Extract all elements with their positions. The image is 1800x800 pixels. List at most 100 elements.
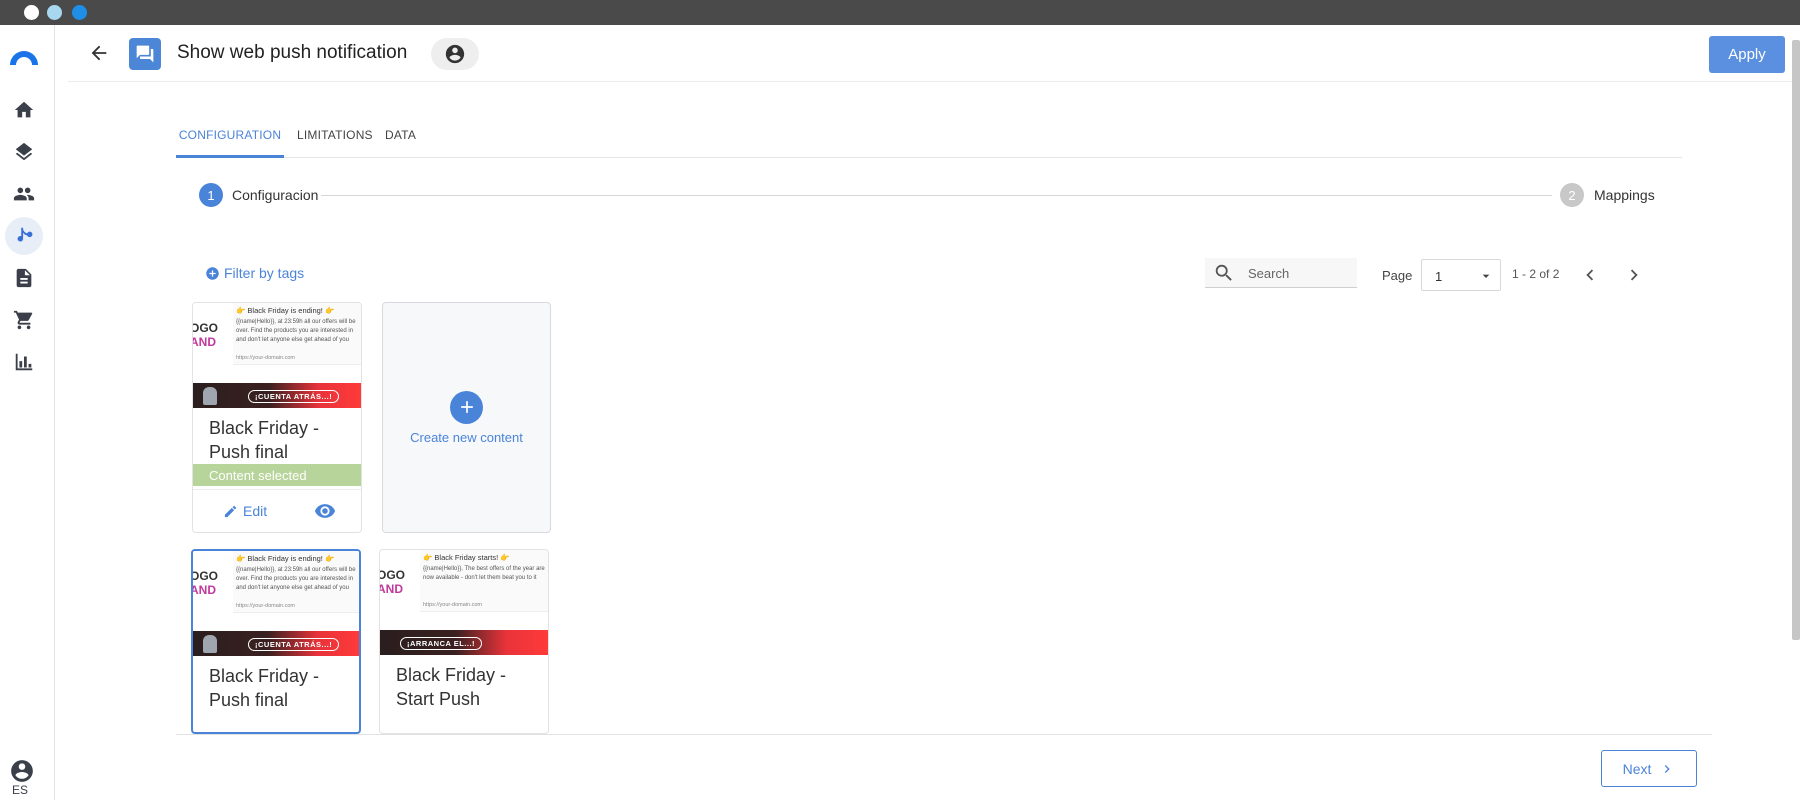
sidebar-item-people[interactable] bbox=[5, 175, 43, 213]
push-preview: OGOAND 👉 Black Friday is ending! 👉 {{nam… bbox=[193, 551, 359, 656]
next-page-button[interactable] bbox=[1621, 262, 1647, 288]
brand-logo: OGOAND bbox=[380, 568, 406, 596]
page-select-value: 1 bbox=[1435, 269, 1443, 284]
eye-icon bbox=[314, 504, 336, 518]
step-1-label: Configuracion bbox=[232, 187, 319, 203]
tab-bar: CONFIGURATION LIMITATIONS DATA bbox=[176, 120, 1682, 158]
push-body: {{name|Hello}}, The best offers of the y… bbox=[423, 566, 545, 581]
promo-banner: ¡CUENTA ATRÁS...! bbox=[193, 631, 359, 656]
apply-button[interactable]: Apply bbox=[1709, 36, 1785, 73]
pencil-icon bbox=[224, 505, 237, 517]
push-notification-mock: 👉 Black Friday is ending! 👉 {{name|Hello… bbox=[233, 551, 359, 613]
tab-data[interactable]: DATA bbox=[385, 120, 416, 158]
sidebar-item-layers[interactable] bbox=[5, 133, 43, 171]
push-body: {{name|Hello}}, at 23:59h all our offers… bbox=[236, 319, 356, 343]
chart-icon bbox=[15, 353, 33, 371]
step-1-indicator[interactable]: 1 bbox=[199, 183, 223, 207]
window-titlebar bbox=[0, 0, 1800, 25]
search-input[interactable] bbox=[1248, 262, 1353, 284]
document-icon bbox=[16, 268, 32, 288]
content-card-selected[interactable]: OGOAND 👉 Black Friday is ending! 👉 {{nam… bbox=[192, 302, 362, 533]
edit-button[interactable]: Edit bbox=[223, 503, 267, 519]
sidebar-item-home[interactable] bbox=[5, 91, 43, 129]
pagination-range: 1 - 2 of 2 bbox=[1512, 267, 1560, 281]
app-logo-icon[interactable] bbox=[8, 43, 40, 71]
stepper-connector bbox=[321, 195, 1552, 196]
chevron-right-icon bbox=[1630, 269, 1638, 281]
page-title: Show web push notification bbox=[177, 42, 408, 63]
next-label: Next bbox=[1622, 760, 1652, 777]
promo-banner: ¡ARRANCA EL...! bbox=[380, 630, 548, 655]
push-preview: OGOAND 👉 Black Friday starts! 👉 {{name|H… bbox=[380, 550, 548, 655]
home-icon bbox=[14, 101, 34, 118]
edit-label: Edit bbox=[243, 503, 268, 519]
step-2-indicator[interactable]: 2 bbox=[1560, 183, 1584, 207]
push-preview: OGOAND 👉 Black Friday is ending! 👉 {{nam… bbox=[193, 303, 361, 408]
window-minimize-dot[interactable] bbox=[47, 5, 62, 20]
filter-by-tags-label: Filter by tags bbox=[224, 265, 305, 281]
push-notification-mock: 👉 Black Friday is ending! 👉 {{name|Hello… bbox=[233, 303, 361, 365]
cart-icon bbox=[13, 310, 33, 330]
add-circle-icon bbox=[206, 266, 219, 280]
banner-text: ¡CUENTA ATRÁS...! bbox=[248, 390, 340, 403]
dropdown-arrow-icon bbox=[1482, 274, 1490, 278]
sidebar-item-workflow[interactable] bbox=[5, 217, 43, 255]
sidebar: ES bbox=[0, 25, 55, 800]
sidebar-item-analytics[interactable] bbox=[5, 343, 43, 381]
banner-text: ¡CUENTA ATRÁS...! bbox=[248, 638, 340, 651]
arrow-back-icon bbox=[91, 45, 107, 61]
page-label: Page bbox=[1382, 268, 1413, 283]
layers-icon bbox=[15, 142, 33, 161]
window-maximize-dot[interactable] bbox=[72, 5, 87, 20]
tab-configuration[interactable]: CONFIGURATION bbox=[176, 120, 284, 158]
banner-figure bbox=[203, 387, 217, 405]
language-label[interactable]: ES bbox=[12, 783, 28, 797]
push-title: 👉 Black Friday starts! 👉 bbox=[423, 553, 510, 562]
account-circle-icon bbox=[445, 44, 465, 64]
push-body: {{name|Hello}}, at 23:59h all our offers… bbox=[236, 567, 356, 591]
chevron-left-icon bbox=[1586, 269, 1594, 281]
content-card[interactable]: OGOAND 👉 Black Friday starts! 👉 {{name|H… bbox=[379, 549, 549, 734]
push-notification-mock: 👉 Black Friday starts! 👉 {{name|Hello}},… bbox=[420, 550, 548, 612]
brand-logo: OGOAND bbox=[193, 321, 219, 349]
footer-divider bbox=[176, 734, 1712, 735]
create-content-card[interactable]: Create new content bbox=[382, 302, 551, 533]
previous-page-button[interactable] bbox=[1577, 262, 1603, 288]
search-icon bbox=[1215, 264, 1232, 281]
tab-limitations[interactable]: LIMITATIONS bbox=[297, 120, 373, 158]
brand-logo: OGOAND bbox=[193, 569, 219, 597]
filter-by-tags-button[interactable]: Filter by tags bbox=[205, 265, 304, 281]
push-url: https://your-domain.com bbox=[423, 602, 482, 608]
preview-button[interactable] bbox=[314, 500, 338, 524]
sidebar-item-cart[interactable] bbox=[5, 301, 43, 339]
page-header: Show web push notification Apply bbox=[68, 25, 1800, 82]
next-button[interactable]: Next bbox=[1601, 750, 1697, 787]
sidebar-item-documents[interactable] bbox=[5, 259, 43, 297]
owner-chip[interactable] bbox=[431, 38, 479, 70]
step-2-label: Mappings bbox=[1594, 187, 1655, 203]
push-title: 👉 Black Friday is ending! 👉 bbox=[236, 306, 335, 315]
card-title: Black Friday - Push final bbox=[209, 666, 320, 710]
push-url: https://your-domain.com bbox=[236, 603, 295, 609]
search-field bbox=[1205, 258, 1357, 288]
chevron-right-icon bbox=[1665, 764, 1671, 773]
promo-banner: ¡CUENTA ATRÁS...! bbox=[193, 383, 361, 408]
page-select[interactable]: 1 bbox=[1421, 259, 1501, 291]
account-circle-icon bbox=[11, 760, 33, 782]
page-scrollbar[interactable] bbox=[1792, 40, 1800, 640]
banner-figure bbox=[203, 635, 217, 653]
push-title: 👉 Black Friday is ending! 👉 bbox=[236, 554, 335, 563]
content-card[interactable]: OGOAND 👉 Black Friday is ending! 👉 {{nam… bbox=[191, 549, 361, 734]
sidebar-user-avatar[interactable] bbox=[9, 758, 37, 786]
add-icon bbox=[450, 390, 483, 424]
back-button[interactable] bbox=[86, 40, 112, 66]
push-url: https://your-domain.com bbox=[236, 355, 295, 361]
card-title: Black Friday - Start Push bbox=[396, 665, 507, 709]
window-close-dot[interactable] bbox=[24, 5, 39, 20]
content-selected-badge: Content selected bbox=[193, 464, 361, 486]
chat-bubbles-icon bbox=[129, 38, 161, 70]
card-actions: Edit bbox=[193, 489, 361, 532]
create-content-label: Create new content bbox=[410, 429, 523, 445]
people-icon bbox=[13, 187, 35, 201]
workflow-icon bbox=[17, 227, 33, 242]
